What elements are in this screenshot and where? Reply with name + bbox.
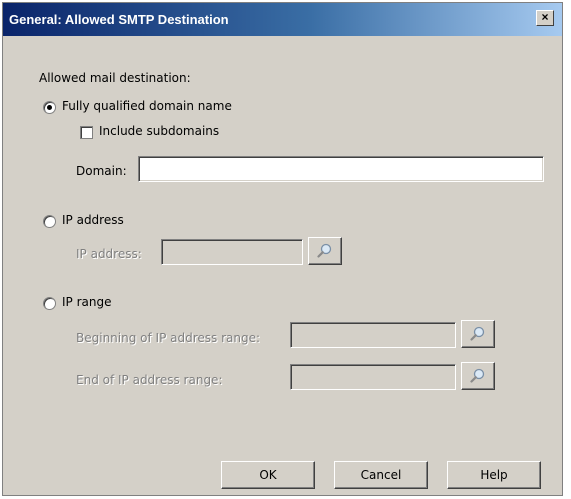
range-end-field[interactable] xyxy=(290,364,456,390)
range-end-input[interactable] xyxy=(291,365,455,389)
domain-input[interactable] xyxy=(139,157,543,181)
fqdn-radio[interactable] xyxy=(43,101,56,114)
ip-address-field[interactable] xyxy=(161,239,303,265)
magnifier-icon xyxy=(470,368,485,383)
cancel-button[interactable]: Cancel xyxy=(334,461,428,489)
ip-range-label[interactable]: IP range xyxy=(62,295,111,309)
range-end-label: End of IP address range: xyxy=(76,373,223,387)
range-begin-browse-button[interactable] xyxy=(461,320,495,348)
ip-range-radio[interactable] xyxy=(43,297,56,310)
ip-address-radio[interactable] xyxy=(43,215,56,228)
include-subdomains-checkbox[interactable] xyxy=(80,126,93,139)
close-button[interactable]: × xyxy=(536,10,554,26)
include-subdomains-label[interactable]: Include subdomains xyxy=(99,124,219,138)
section-label: Allowed mail destination: xyxy=(39,71,191,85)
range-begin-input[interactable] xyxy=(291,323,455,347)
allowed-smtp-destination-dialog: General: Allowed SMTP Destination × Allo… xyxy=(2,2,563,496)
magnifier-icon xyxy=(470,326,485,341)
close-icon: × xyxy=(541,10,549,24)
window-title: General: Allowed SMTP Destination xyxy=(9,12,229,27)
ip-address-field-label: IP address: xyxy=(76,247,142,261)
domain-field[interactable] xyxy=(138,156,544,182)
range-begin-field[interactable] xyxy=(290,322,456,348)
fqdn-label[interactable]: Fully qualified domain name xyxy=(62,99,232,113)
range-begin-label: Beginning of IP address range: xyxy=(76,331,261,345)
domain-label: Domain: xyxy=(76,164,127,178)
ip-address-browse-button[interactable] xyxy=(308,237,342,265)
range-end-browse-button[interactable] xyxy=(461,362,495,390)
ip-address-input[interactable] xyxy=(162,240,302,264)
ok-button[interactable]: OK xyxy=(221,461,315,489)
title-bar[interactable]: General: Allowed SMTP Destination × xyxy=(3,3,562,36)
magnifier-icon xyxy=(317,243,332,258)
ip-address-label[interactable]: IP address xyxy=(62,213,124,227)
help-button[interactable]: Help xyxy=(447,461,541,489)
